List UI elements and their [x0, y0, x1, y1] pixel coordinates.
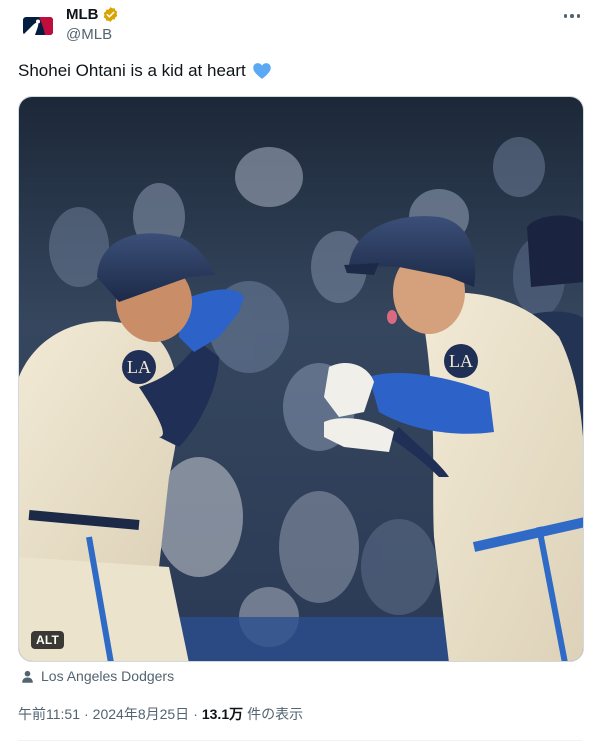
- meta-separator: ·: [193, 706, 198, 722]
- tweet-photo[interactable]: LA LA ALT: [18, 96, 584, 662]
- tweet-text: Shohei Ohtani is a kid at heart: [18, 61, 272, 81]
- more-dot: [576, 14, 581, 18]
- views-count[interactable]: 13.1万: [202, 704, 243, 724]
- photo-ohtani-celebration: LA LA: [19, 97, 583, 661]
- more-horizontal-icon[interactable]: [560, 6, 584, 26]
- author-avatar[interactable]: [18, 6, 58, 46]
- author-handle[interactable]: @MLB: [66, 26, 112, 43]
- person-icon: [22, 670, 33, 683]
- views-label: 件の表示: [247, 706, 304, 722]
- alt-text-badge[interactable]: ALT: [31, 631, 65, 649]
- tweet-time[interactable]: 午前11:51: [18, 704, 80, 724]
- verified-badge-icon: [103, 7, 117, 22]
- divider: [18, 740, 582, 741]
- tagged-label[interactable]: Los Angeles Dodgers: [41, 668, 174, 684]
- tweet-meta: 午前11:51 · 2024年8月25日 · 13.1万 件の表示: [18, 704, 303, 724]
- tweet-body: Shohei Ohtani is a kid at heart: [18, 61, 246, 80]
- tagged-users[interactable]: Los Angeles Dodgers: [20, 668, 174, 684]
- blue-heart-icon: [253, 63, 271, 79]
- svg-text:LA: LA: [449, 351, 473, 371]
- author-name-row[interactable]: MLB: [66, 6, 119, 23]
- author-display-name[interactable]: MLB: [66, 6, 99, 23]
- tweet-header: MLB @MLB: [0, 0, 600, 56]
- more-dot: [563, 14, 568, 18]
- tweet-date[interactable]: 2024年8月25日: [93, 704, 190, 724]
- meta-separator: ·: [84, 706, 89, 722]
- more-dot: [570, 14, 574, 18]
- svg-text:LA: LA: [127, 357, 151, 377]
- mlb-logo-icon: [23, 17, 53, 35]
